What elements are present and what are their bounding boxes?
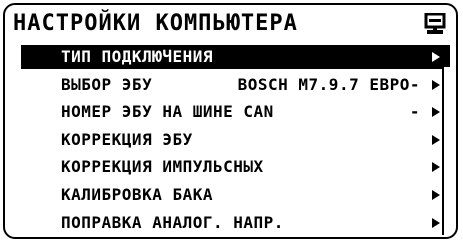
arrow-right-icon [432,162,440,173]
menu-item-label: ВЫБОР ЭБУ [61,74,153,94]
menu-item-value: BOSCH M7.9.7 ЕВРО- [237,74,420,94]
arrow-right-icon [432,217,440,228]
menu-item-label: КОРРЕКЦИЯ ЭБУ [61,129,193,149]
arrow-right-icon [432,189,440,200]
menu-item-tank-calibration[interactable]: КАЛИБРОВКА БАКА [21,183,442,207]
menu-item-label: КОРРЕКЦИЯ ИМПУЛЬСНЫХ [61,157,264,177]
page-title: НАСТРОЙКИ КОМПЬЮТЕРА [13,11,298,36]
menu-item-label: НОМЕР ЭБУ НА ШИНЕ CAN [61,102,274,122]
menu-item-ecu-correction[interactable]: КОРРЕКЦИЯ ЭБУ [21,128,442,152]
arrow-right-icon [432,52,440,62]
menu-item-ecu-can-number[interactable]: НОМЕР ЭБУ НА ШИНЕ CAN - [21,100,442,124]
arrow-right-icon [432,79,440,90]
menu-item-label: ТИП ПОДКЛЮЧЕНИЯ [61,47,213,66]
scrollbar-thumb[interactable] [444,45,450,67]
lcd-screen: НАСТРОЙКИ КОМПЬЮТЕРА ТИП ПОДКЛЮЧЕНИЯ ВЫБ… [3,3,458,239]
computer-icon [424,13,446,34]
scrollbar[interactable] [442,45,450,235]
menu-item-pulse-correction[interactable]: КОРРЕКЦИЯ ИМПУЛЬСНЫХ [21,155,442,179]
settings-menu: ТИП ПОДКЛЮЧЕНИЯ ВЫБОР ЭБУ BOSCH M7.9.7 Е… [21,45,442,237]
menu-item-label: ПОПРАВКА АНАЛОГ. НАПР. [61,212,284,232]
menu-item-ecu-select[interactable]: ВЫБОР ЭБУ BOSCH M7.9.7 ЕВРО- [21,73,442,97]
arrow-right-icon [432,134,440,145]
menu-item-label: КАЛИБРОВКА БАКА [61,184,213,204]
menu-item-analog-voltage[interactable]: ПОПРАВКА АНАЛОГ. НАПР. [21,211,442,235]
menu-item-connection-type[interactable]: ТИП ПОДКЛЮЧЕНИЯ [21,45,442,69]
menu-item-value: - [409,102,420,122]
arrow-right-icon [432,107,440,118]
